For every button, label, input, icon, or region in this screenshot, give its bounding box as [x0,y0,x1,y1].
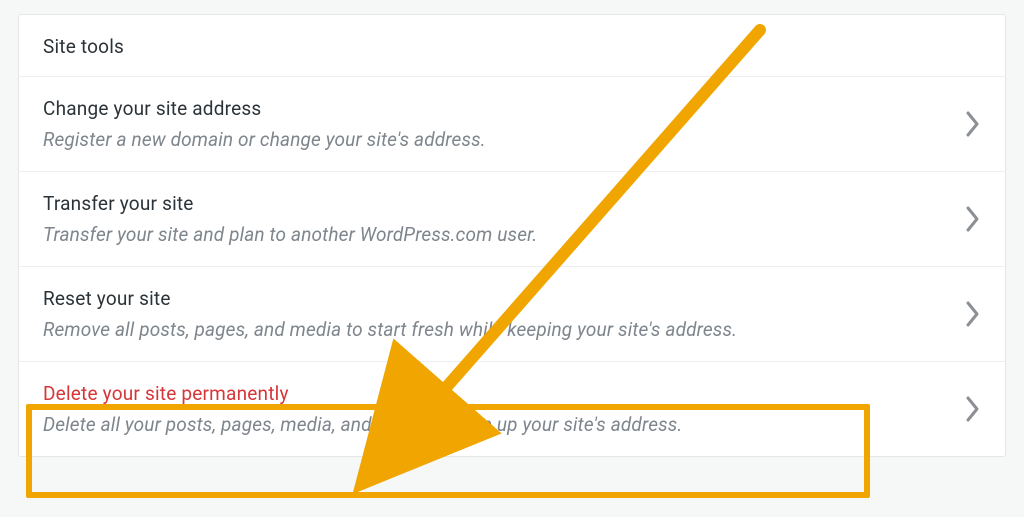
row-change-site-address[interactable]: Change your site address Register a new … [19,77,1005,172]
row-description: Delete all your posts, pages, media, and… [43,413,941,436]
row-text: Reset your site Remove all posts, pages,… [43,287,965,341]
row-title: Reset your site [43,287,941,310]
row-text: Delete your site permanently Delete all … [43,382,965,436]
row-title: Transfer your site [43,192,941,215]
row-text: Transfer your site Transfer your site an… [43,192,965,246]
chevron-right-icon [965,110,981,138]
chevron-right-icon [965,300,981,328]
row-title: Change your site address [43,97,941,120]
section-header: Site tools [19,15,1005,77]
row-text: Change your site address Register a new … [43,97,965,151]
row-transfer-site[interactable]: Transfer your site Transfer your site an… [19,172,1005,267]
row-delete-site[interactable]: Delete your site permanently Delete all … [19,362,1005,456]
chevron-right-icon [965,395,981,423]
row-description: Register a new domain or change your sit… [43,128,941,151]
row-reset-site[interactable]: Reset your site Remove all posts, pages,… [19,267,1005,362]
section-title: Site tools [43,35,124,58]
row-description: Remove all posts, pages, and media to st… [43,318,941,341]
chevron-right-icon [965,205,981,233]
site-tools-panel: Site tools Change your site address Regi… [18,14,1006,457]
row-title: Delete your site permanently [43,382,941,405]
row-description: Transfer your site and plan to another W… [43,223,941,246]
